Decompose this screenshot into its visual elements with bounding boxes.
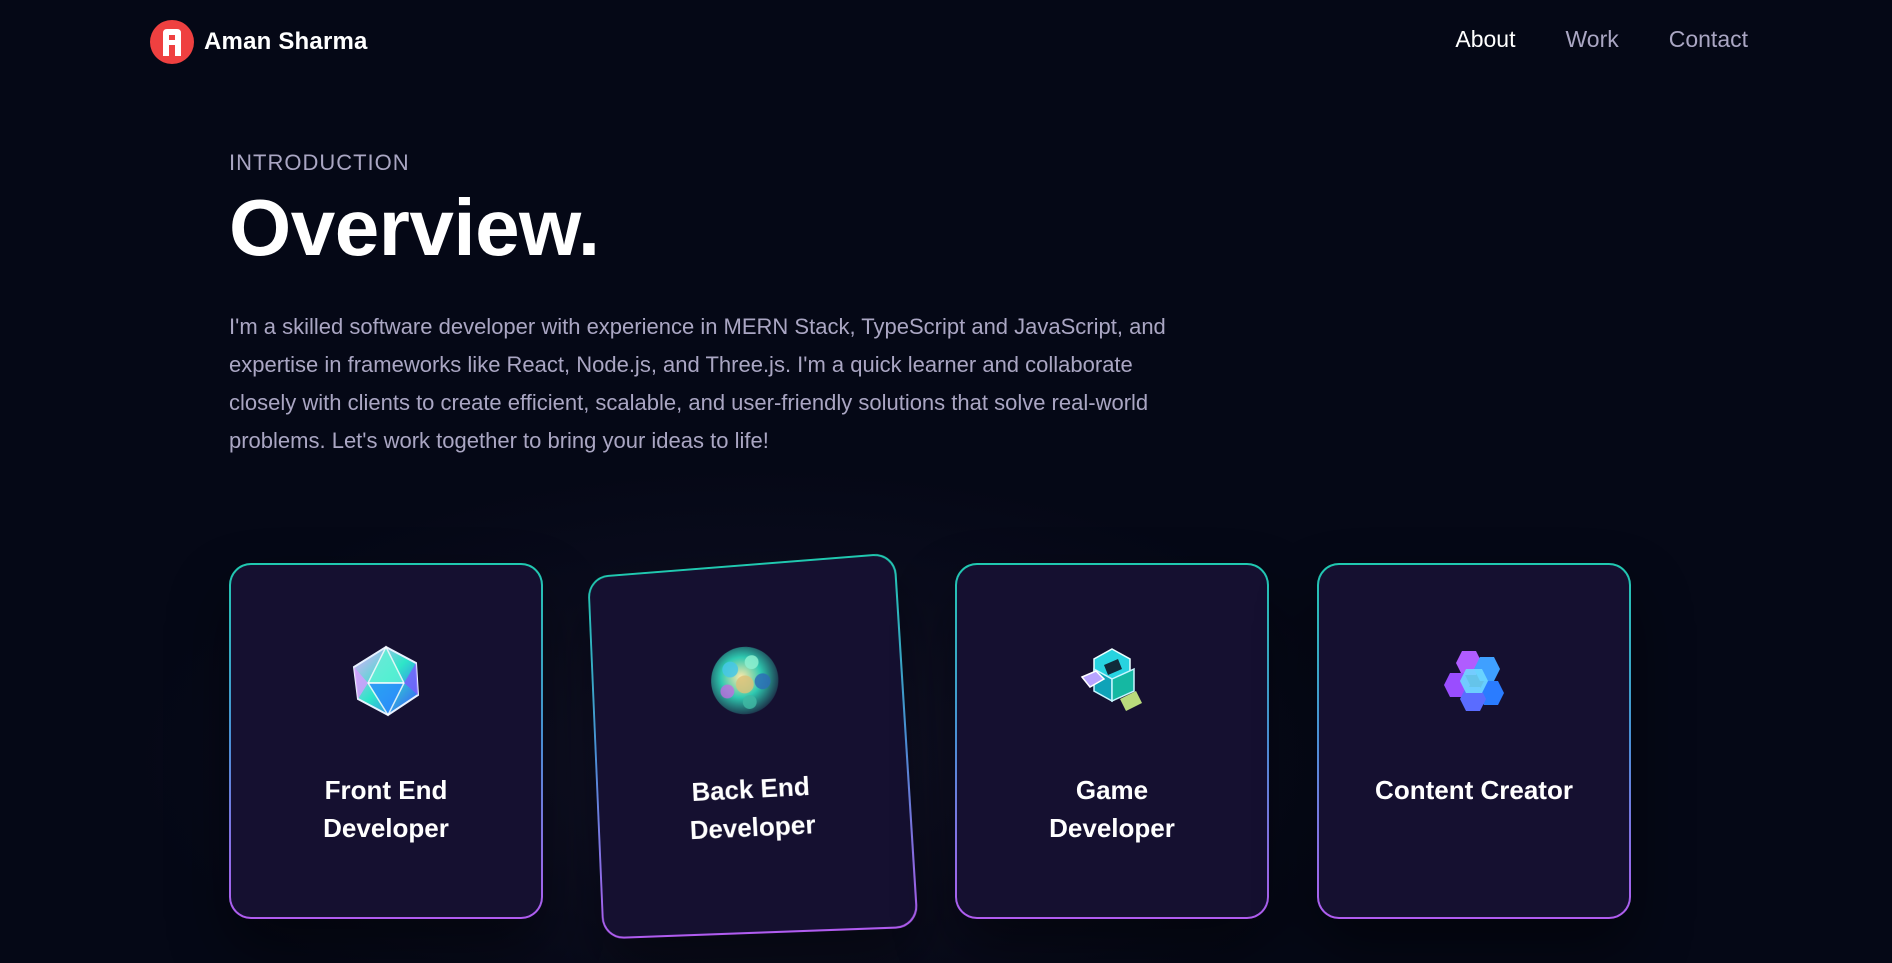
service-card-title: Content Creator <box>1375 775 1573 805</box>
nav-link-about[interactable]: About <box>1455 26 1515 53</box>
service-card-title: Back End Developer <box>689 770 817 846</box>
service-card-back-end[interactable]: Back End Developer <box>587 552 919 940</box>
icosahedron-icon <box>352 645 420 717</box>
nav-link-contact[interactable]: Contact <box>1669 26 1748 53</box>
nav-link-work[interactable]: Work <box>1565 26 1618 53</box>
service-card-body: Content Creator <box>1319 565 1629 917</box>
sphere-cluster-icon <box>709 644 781 717</box>
navbar: Aman Sharma About Work Contact <box>0 0 1892 82</box>
service-card-body: Front End Developer <box>231 565 541 917</box>
service-card-game[interactable]: Game Developer <box>955 563 1269 919</box>
section-eyebrow: INTRODUCTION <box>229 150 410 175</box>
hexagon-cluster-icon <box>1444 651 1504 711</box>
overview-section: INTRODUCTION Overview. I'm a skilled sof… <box>229 150 1629 460</box>
service-card-title: Game Developer <box>1049 775 1175 843</box>
service-card-title: Front End Developer <box>323 775 449 843</box>
brand-name: Aman Sharma <box>204 28 368 55</box>
overview-description: I'm a skilled software developer with ex… <box>229 314 1166 453</box>
service-card-body: Game Developer <box>957 565 1267 917</box>
cube-cluster-icon <box>1080 648 1142 711</box>
service-card-content[interactable]: Content Creator <box>1317 563 1631 919</box>
section-title: Overview. <box>229 183 600 272</box>
nav-links: About Work Contact <box>1455 26 1748 53</box>
brand-link[interactable]: Aman Sharma <box>150 20 368 64</box>
service-card-front-end[interactable]: Front End Developer <box>229 563 543 919</box>
logo-a-icon <box>150 20 194 64</box>
service-cards: Front End Developer Back End Developer G… <box>229 552 1631 940</box>
service-card-body: Back End Developer <box>589 554 917 938</box>
